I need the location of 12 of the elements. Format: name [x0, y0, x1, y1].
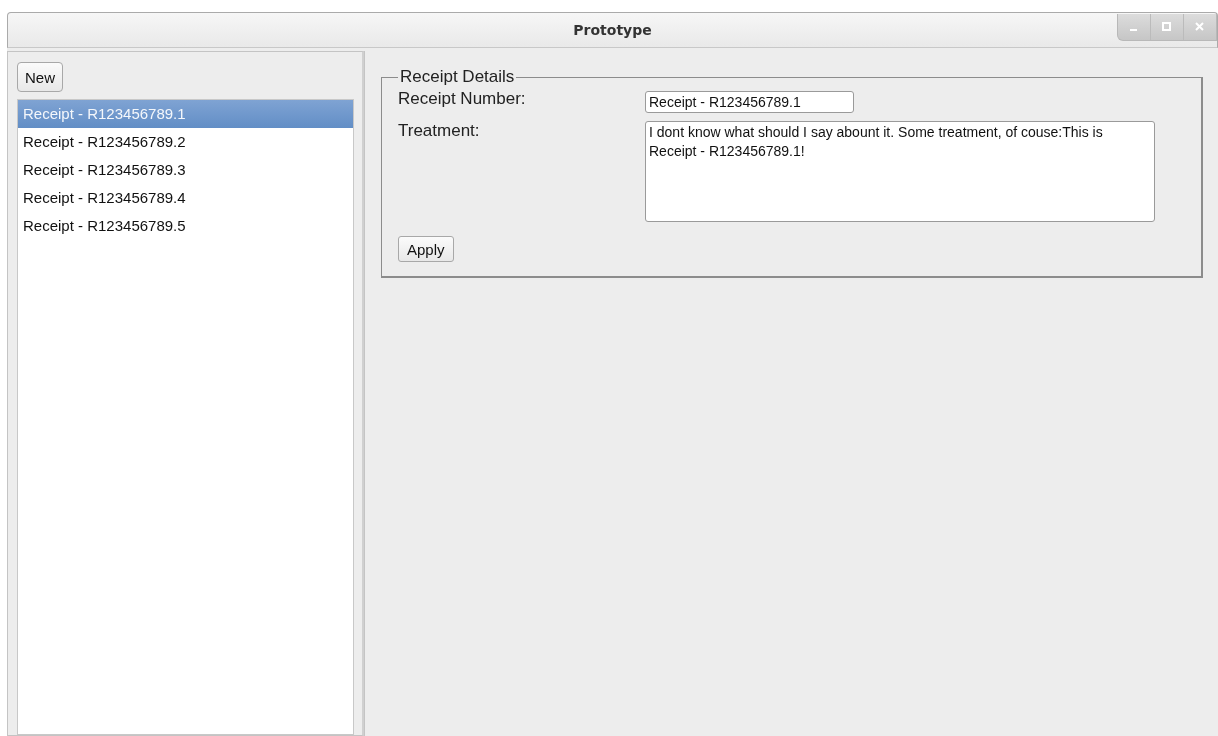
list-item[interactable]: Receipt - R123456789.5 [18, 212, 353, 240]
field-label: Receipt Number: [398, 89, 527, 109]
list-item[interactable]: Receipt - R123456789.2 [18, 128, 353, 156]
list-item[interactable]: Receipt - R123456789.4 [18, 184, 353, 212]
field-label: Treatment: [398, 121, 481, 141]
window-title: Prototype [573, 22, 652, 38]
receipt-number-field[interactable]: Receipt - R123456789.1 [645, 91, 854, 113]
treatment-field[interactable]: I dont know what should I say abount it. Some treatment, of couse:This is Receipt - R123456789.1! [645, 121, 1155, 222]
group-title: Receipt Details [399, 67, 516, 87]
apply-button[interactable]: Apply [398, 236, 454, 262]
new-button[interactable]: New [17, 62, 63, 92]
list-item[interactable]: Receipt - R123456789.3 [18, 156, 353, 184]
